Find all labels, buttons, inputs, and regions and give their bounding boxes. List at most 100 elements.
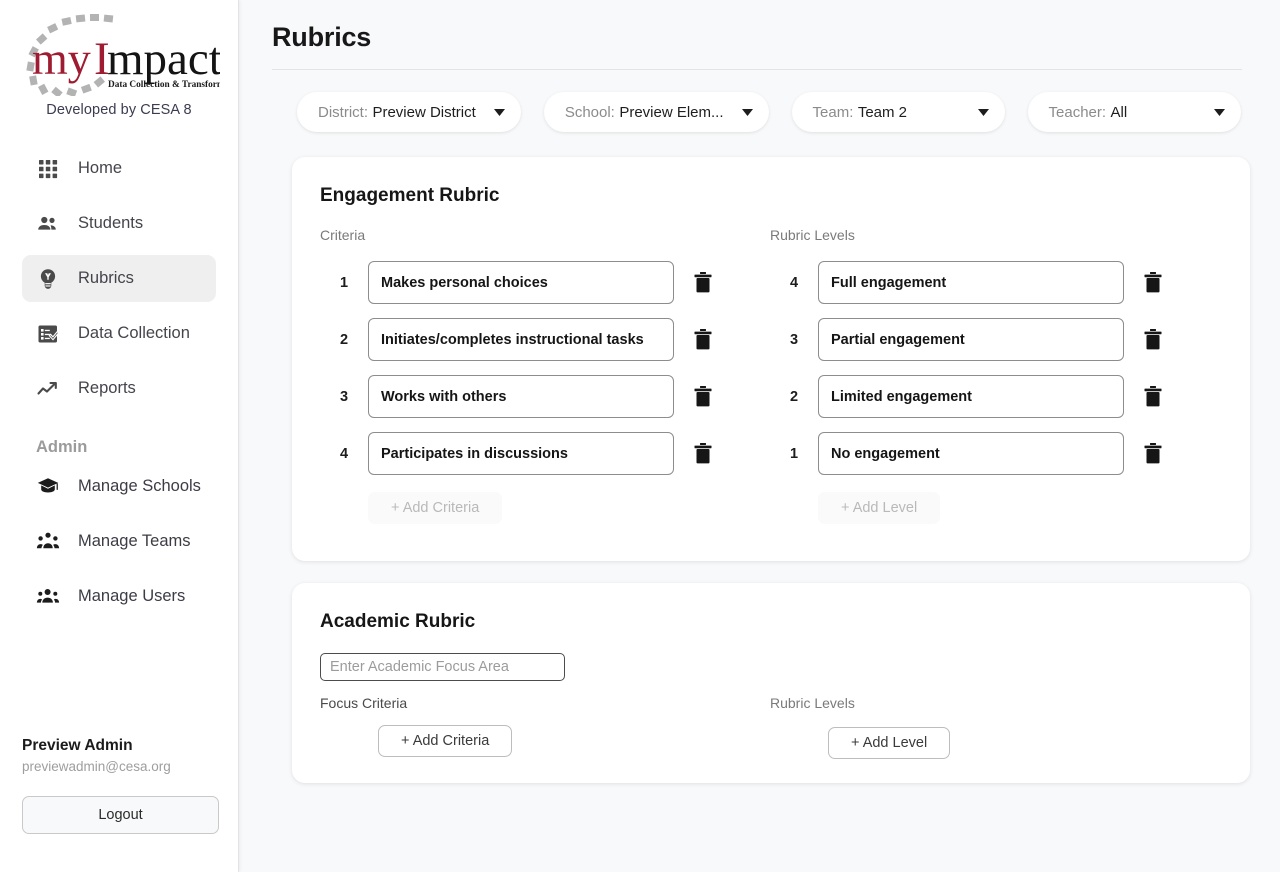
delete-criteria-button[interactable] (692, 328, 714, 352)
sidebar: my I mpact Data Collection & Transformat… (0, 0, 239, 872)
level-row-number: 2 (789, 388, 799, 405)
teacher-filter-dropdown[interactable]: Teacher: All (1027, 92, 1241, 132)
add-focus-criteria-button[interactable]: + Add Criteria (378, 725, 513, 757)
user-name: Preview Admin (22, 737, 133, 754)
trash-icon (1144, 272, 1162, 293)
level-text-input[interactable] (818, 432, 1124, 475)
level-row: 1 (770, 432, 1220, 475)
users-icon (36, 584, 60, 608)
engagement-criteria-column: Criteria 1 2 (320, 227, 770, 524)
app-root: my I mpact Data Collection & Transformat… (0, 0, 1280, 872)
focus-criteria-heading: Focus Criteria (320, 695, 408, 711)
academic-criteria-column: Focus Criteria + Add Criteria (320, 695, 770, 759)
sidebar-bottom-padding (0, 834, 238, 872)
chevron-down-icon (1196, 108, 1225, 116)
sidebar-user-block: Preview Admin previewadmin@cesa.org Logo… (0, 737, 238, 834)
academic-focus-area-input[interactable] (320, 653, 565, 681)
trash-icon (1144, 443, 1162, 464)
sidebar-item-home[interactable]: Home (22, 145, 216, 192)
level-row-number: 1 (789, 445, 799, 462)
user-email: previewadmin@cesa.org (22, 759, 171, 774)
level-text-input[interactable] (818, 375, 1124, 418)
sidebar-item-label: Manage Schools (78, 476, 201, 495)
trash-icon (1144, 329, 1162, 350)
level-text-input[interactable] (818, 318, 1124, 361)
criteria-text-input[interactable] (368, 432, 674, 475)
level-row-number: 4 (789, 274, 799, 291)
engagement-columns: Criteria 1 2 (320, 227, 1220, 524)
delete-criteria-button[interactable] (692, 442, 714, 466)
myimpact-logo-icon: my I mpact Data Collection & Transformat… (26, 14, 220, 96)
delete-level-button[interactable] (1142, 442, 1164, 466)
engagement-rubric-title: Engagement Rubric (320, 185, 500, 206)
trash-icon (694, 386, 712, 407)
school-filter-dropdown[interactable]: School: Preview Elem... (543, 92, 769, 132)
criteria-column-heading: Criteria (320, 227, 366, 243)
delete-level-button[interactable] (1142, 385, 1164, 409)
team-filter-value: Team 2 (857, 103, 908, 121)
teacher-filter-label: Teacher: (1048, 103, 1107, 121)
school-filter-value: Preview Elem... (619, 103, 724, 121)
team-filter-dropdown[interactable]: Team: Team 2 (791, 92, 1005, 132)
criteria-row: 2 (320, 318, 770, 361)
engagement-levels-column: Rubric Levels 4 3 (770, 227, 1220, 524)
sidebar-item-students[interactable]: Students (22, 200, 216, 247)
engagement-rubric-card: Engagement Rubric Criteria 1 Makes perso… (292, 157, 1250, 561)
level-row: 3 (770, 318, 1220, 361)
trash-icon (1144, 386, 1162, 407)
sidebar-item-label: Students (78, 214, 144, 232)
criteria-text-input[interactable] (368, 261, 674, 304)
level-row: 4 (770, 261, 1220, 304)
teacher-filter-value: All (1110, 103, 1128, 121)
svg-text:mpact: mpact (107, 33, 220, 85)
sidebar-item-reports[interactable]: Reports (22, 365, 216, 412)
delete-criteria-button[interactable] (692, 271, 714, 295)
sidebar-item-label: Rubrics (78, 269, 134, 287)
academic-columns: Focus Criteria + Add Criteria Rubric Lev… (320, 695, 1220, 759)
level-row: 2 (770, 375, 1220, 418)
criteria-text-input[interactable] (368, 375, 674, 418)
trash-icon (694, 329, 712, 350)
criteria-row-number: 4 (339, 445, 349, 462)
chevron-down-icon (960, 108, 989, 116)
criteria-text-input[interactable] (368, 318, 674, 361)
level-text-input[interactable] (818, 261, 1124, 304)
academic-levels-column: Rubric Levels + Add Level (770, 695, 1220, 759)
delete-level-button[interactable] (1142, 328, 1164, 352)
district-filter-dropdown[interactable]: District: Preview District (297, 92, 521, 132)
lightbulb-icon (36, 267, 60, 291)
criteria-row-number: 1 (339, 274, 349, 291)
sidebar-item-label: Data Collection (78, 324, 190, 342)
logout-button[interactable]: Logout (22, 796, 219, 834)
school-filter-label: School: (564, 103, 615, 121)
primary-nav: Home Students Rubrics Data Collection Re… (0, 145, 238, 420)
app-logo: my I mpact Data Collection & Transformat… (0, 10, 238, 118)
chevron-down-icon (476, 108, 505, 116)
team-filter-label: Team: (812, 103, 854, 121)
sidebar-item-manage-teams[interactable]: Manage Teams (22, 520, 216, 562)
district-filter-value: Preview District (372, 103, 476, 121)
level-row-number: 3 (789, 331, 799, 348)
sidebar-item-data-collection[interactable]: Data Collection (22, 310, 216, 357)
add-level-wrapper: + Add Level (770, 492, 1220, 524)
add-criteria-button[interactable]: + Add Criteria (368, 492, 503, 524)
sidebar-item-manage-schools[interactable]: Manage Schools (22, 465, 216, 507)
admin-nav: Manage Schools Manage Teams Manage Users (0, 465, 238, 630)
delete-level-button[interactable] (1142, 271, 1164, 295)
filter-bar: District: Preview District School: Previ… (264, 70, 1250, 132)
people-icon (36, 212, 60, 236)
add-level-button[interactable]: + Add Level (818, 492, 941, 524)
sidebar-item-label: Home (78, 159, 123, 177)
academic-levels-heading: Rubric Levels (770, 695, 855, 711)
sidebar-item-manage-users[interactable]: Manage Users (22, 575, 216, 617)
add-criteria-wrapper: + Add Criteria (320, 492, 770, 524)
sidebar-item-label: Manage Users (78, 586, 186, 605)
trash-icon (694, 443, 712, 464)
add-academic-level-button[interactable]: + Add Level (828, 727, 951, 759)
criteria-row: 3 (320, 375, 770, 418)
sidebar-item-rubrics[interactable]: Rubrics (22, 255, 216, 302)
delete-criteria-button[interactable] (692, 385, 714, 409)
criteria-row: 1 (320, 261, 770, 304)
grid-apps-icon (36, 157, 60, 181)
